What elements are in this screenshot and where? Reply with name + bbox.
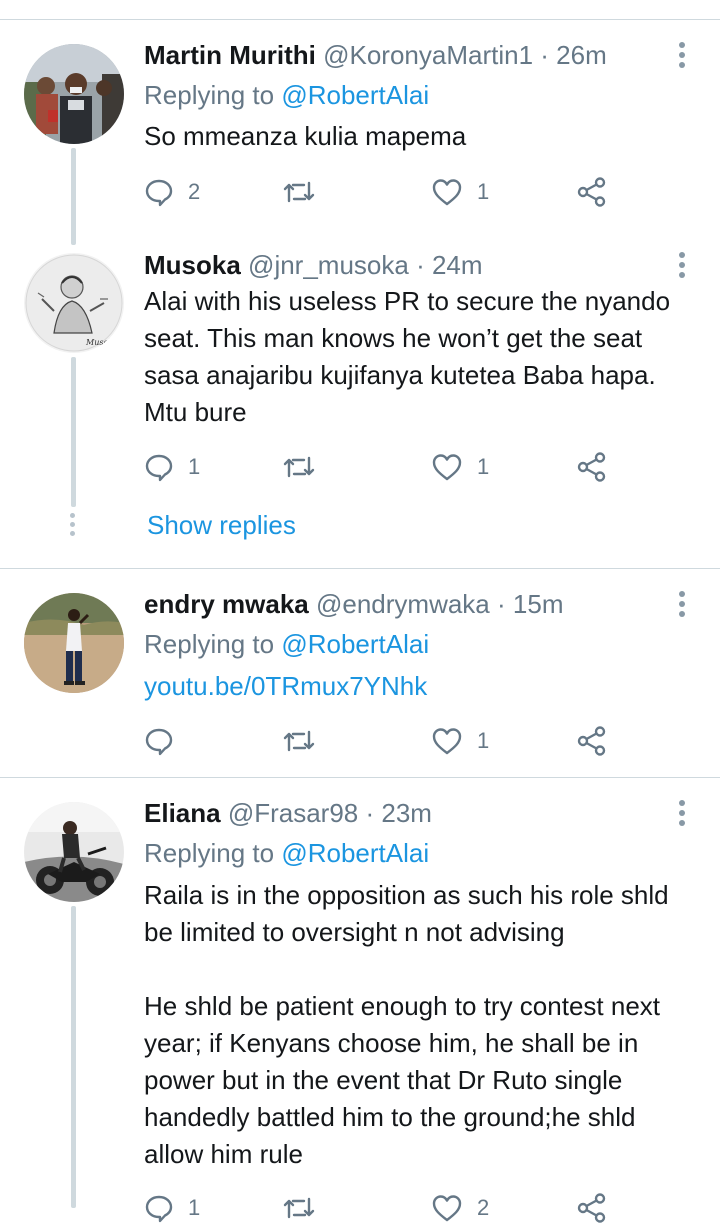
retweet-icon	[283, 181, 315, 203]
reply-icon	[145, 179, 173, 207]
avatar[interactable]	[24, 802, 124, 902]
retweet-icon	[283, 1197, 315, 1219]
more-vertical-icon[interactable]	[678, 42, 686, 72]
avatar-signature: Musoka	[85, 338, 118, 347]
heart-icon	[432, 728, 462, 755]
share-button[interactable]	[576, 1190, 608, 1226]
tweet-eliana[interactable]: Eliana @Frasar98 · 23m Replying to @Robe…	[0, 778, 720, 1223]
share-icon	[577, 726, 606, 756]
like-button[interactable]: 1	[431, 174, 489, 210]
replying-to: Replying to @RobertAlai	[144, 629, 429, 659]
replying-label: Replying to	[144, 80, 275, 110]
tweet-header: Musoka @jnr_musoka · 24m	[144, 250, 483, 280]
heart-icon	[432, 179, 462, 206]
reply-button[interactable]: 1	[144, 1190, 200, 1226]
thread-line	[71, 357, 76, 507]
reply-button[interactable]: 1	[144, 449, 200, 485]
share-button[interactable]	[576, 449, 608, 485]
share-icon	[577, 1193, 606, 1223]
heart-icon	[432, 1195, 462, 1222]
author-handle[interactable]: @KoronyaMartin1	[323, 40, 533, 70]
tweet-time: · 26m	[540, 40, 607, 70]
tweet-martin-murithi[interactable]: Martin Murithi @KoronyaMartin1 · 26m Rep…	[0, 0, 720, 245]
reply-count: 1	[188, 454, 201, 479]
author-handle[interactable]: @Frasar98	[228, 798, 358, 828]
author-name[interactable]: Martin Murithi	[144, 40, 316, 70]
like-button[interactable]: 1	[431, 449, 489, 485]
retweet-button[interactable]	[282, 449, 330, 485]
reply-button[interactable]	[144, 723, 188, 759]
like-count: 2	[477, 1195, 490, 1220]
like-count: 1	[477, 728, 490, 753]
thread-line	[71, 148, 76, 245]
retweet-button[interactable]	[282, 174, 330, 210]
like-button[interactable]: 2	[431, 1190, 489, 1226]
tweet-header: endry mwaka @endrymwaka · 15m	[144, 589, 563, 619]
like-count: 1	[477, 179, 490, 204]
avatar[interactable]: Musoka	[24, 253, 124, 353]
replying-handle-link[interactable]: @RobertAlai	[281, 80, 429, 110]
author-handle[interactable]: @jnr_musoka	[248, 250, 409, 280]
replying-handle-link[interactable]: @RobertAlai	[281, 838, 429, 868]
tweet-time: · 24m	[416, 250, 483, 280]
share-button[interactable]	[576, 174, 608, 210]
show-replies-link[interactable]: Show replies	[147, 510, 296, 540]
replying-handle-link[interactable]: @RobertAlai	[281, 629, 429, 659]
reply-button[interactable]: 2	[144, 174, 200, 210]
tweet-actions: 2 1	[144, 174, 624, 210]
like-count: 1	[477, 454, 490, 479]
retweet-icon	[283, 456, 315, 478]
tweet-actions: 1 2	[144, 1190, 624, 1226]
share-button[interactable]	[576, 723, 608, 759]
avatar[interactable]	[24, 593, 124, 693]
heart-icon	[432, 454, 462, 481]
tweet-time: · 23m	[365, 798, 432, 828]
tweet-text-paragraph-1: Raila is in the opposition as such his r…	[144, 880, 669, 947]
retweet-icon	[283, 730, 315, 752]
replying-label: Replying to	[144, 838, 275, 868]
tweet-musoka[interactable]: Musoka Musoka @jnr_musoka · 24m Alai wit…	[0, 245, 720, 565]
share-icon	[577, 452, 606, 482]
tweet-text-paragraph-2: He shld be patient enough to try contest…	[144, 991, 661, 1169]
reply-icon	[145, 454, 173, 482]
tweet-header: Martin Murithi @KoronyaMartin1 · 26m	[144, 40, 607, 70]
tweet-text: So mmeanza kulia mapema	[144, 121, 467, 151]
tweet-actions: 1	[144, 723, 624, 759]
reply-icon	[145, 728, 173, 756]
author-name[interactable]: Musoka	[144, 250, 241, 280]
thread-line	[71, 906, 76, 1208]
replying-to: Replying to @RobertAlai	[144, 838, 429, 868]
tweet-header: Eliana @Frasar98 · 23m	[144, 798, 432, 828]
tweet-endry-mwaka[interactable]: endry mwaka @endrymwaka · 15m Replying t…	[0, 569, 720, 777]
avatar[interactable]	[24, 44, 124, 144]
replying-label: Replying to	[144, 629, 275, 659]
more-vertical-icon[interactable]	[678, 800, 686, 830]
author-name[interactable]: Eliana	[144, 798, 221, 828]
replying-to: Replying to @RobertAlai	[144, 80, 429, 110]
author-handle[interactable]: @endrymwaka	[316, 589, 490, 619]
reply-count: 1	[188, 1195, 201, 1220]
more-vertical-icon[interactable]	[678, 252, 686, 282]
author-name[interactable]: endry mwaka	[144, 589, 309, 619]
tweet-time: · 15m	[497, 589, 564, 619]
thread-dots	[70, 513, 76, 540]
share-icon	[577, 177, 606, 207]
like-button[interactable]: 1	[431, 723, 489, 759]
more-vertical-icon[interactable]	[678, 591, 686, 621]
retweet-button[interactable]	[282, 723, 330, 759]
tweet-link[interactable]: youtu.be/0TRmux7YNhk	[144, 671, 427, 701]
retweet-button[interactable]	[282, 1190, 330, 1226]
tweet-actions: 1 1	[144, 449, 624, 485]
reply-count: 2	[188, 179, 201, 204]
tweet-text: Alai with his useless PR to secure the n…	[144, 286, 671, 427]
reply-icon	[145, 1195, 173, 1223]
